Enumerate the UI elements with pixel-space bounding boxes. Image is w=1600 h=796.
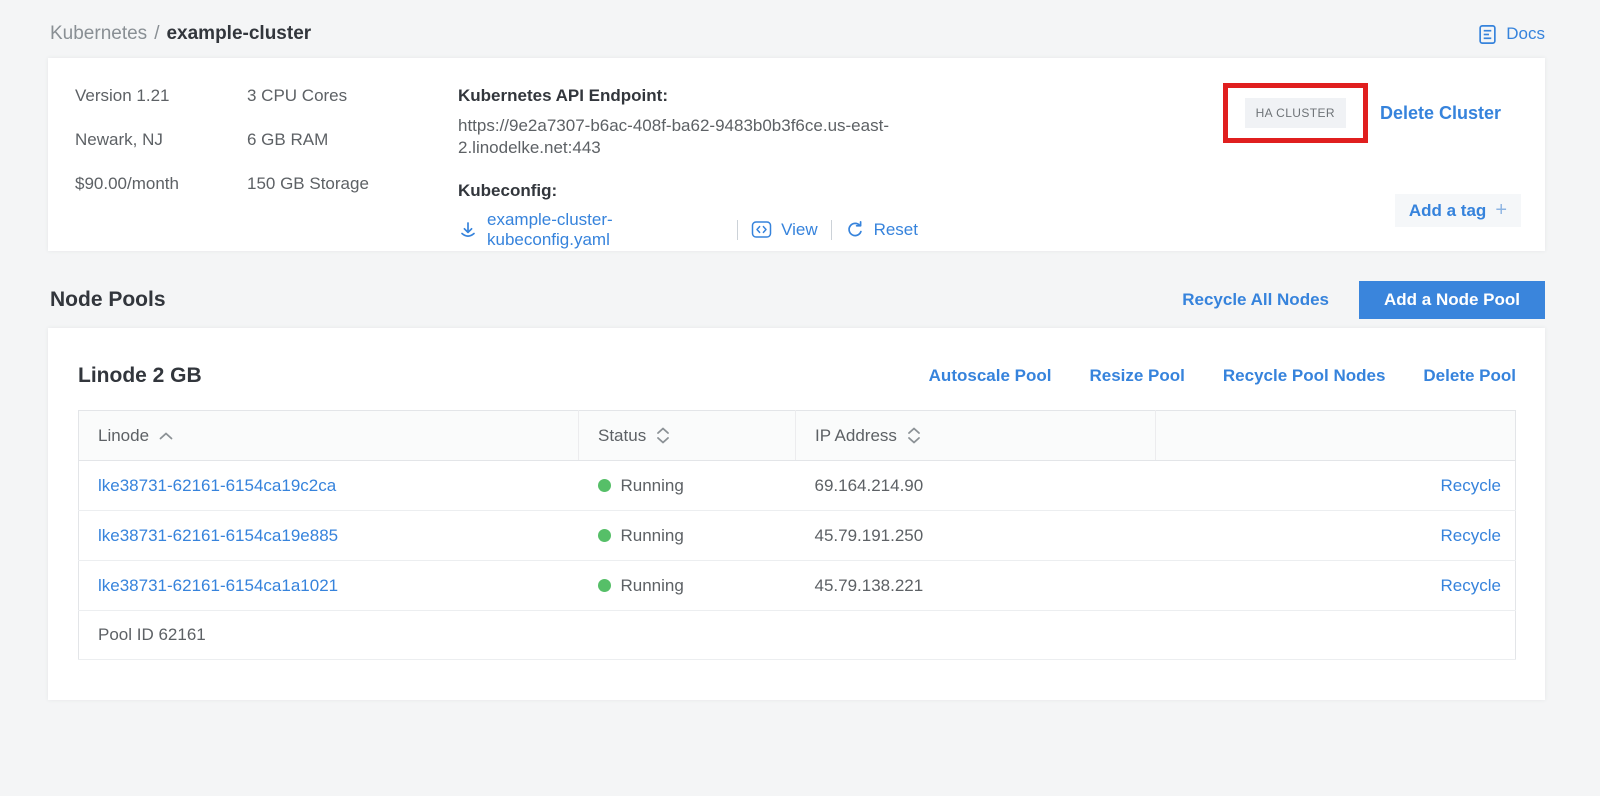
kubeconfig-actions: example-cluster-kubeconfig.yaml View — [458, 210, 918, 250]
cluster-specs-column-2: 3 CPU Cores 6 GB RAM 150 GB Storage — [247, 86, 458, 251]
node-ip-address: 69.164.214.90 — [815, 476, 924, 495]
recycle-all-nodes-button[interactable]: Recycle All Nodes — [1182, 290, 1329, 310]
top-bar: Kubernetes / example-cluster Docs — [0, 0, 1600, 48]
cluster-specs-column-1: Version 1.21 Newark, NJ $90.00/month — [75, 86, 247, 251]
node-link[interactable]: lke38731-62161-6154ca1a1021 — [98, 576, 338, 595]
summary-right-actions: HA CLUSTER Delete Cluster — [1223, 83, 1501, 143]
view-label: View — [781, 220, 818, 240]
kubeconfig-reset-link[interactable]: Reset — [845, 220, 918, 240]
docs-label: Docs — [1506, 24, 1545, 44]
status-label: Running — [621, 576, 684, 596]
actions-column-header — [1156, 411, 1516, 461]
ha-cluster-highlight-box: HA CLUSTER — [1223, 83, 1368, 143]
cluster-version: Version 1.21 — [75, 86, 247, 106]
delete-pool-button[interactable]: Delete Pool — [1423, 366, 1516, 386]
pool-name: Linode 2 GB — [78, 364, 202, 388]
pool-action-links: Autoscale Pool Resize Pool Recycle Pool … — [929, 366, 1516, 386]
add-node-pool-button[interactable]: Add a Node Pool — [1359, 281, 1545, 319]
kubeconfig-label: Kubeconfig: — [458, 181, 918, 201]
separator — [737, 220, 738, 240]
code-view-icon — [751, 220, 772, 239]
node-row: lke38731-62161-6154ca19c2ca Running 69.1… — [79, 461, 1516, 511]
kubeconfig-file-name: example-cluster-kubeconfig.yaml — [487, 210, 724, 250]
linode-column-label: Linode — [98, 426, 149, 446]
node-ip-address: 45.79.191.250 — [815, 526, 924, 545]
resize-pool-button[interactable]: Resize Pool — [1089, 366, 1184, 386]
separator — [831, 220, 832, 240]
pool-id-label: Pool ID 62161 — [98, 625, 206, 644]
status-column-label: Status — [598, 426, 646, 446]
api-endpoint-label: Kubernetes API Endpoint: — [458, 86, 918, 106]
cluster-price: $90.00/month — [75, 174, 247, 194]
node-ip-address: 45.79.138.221 — [815, 576, 924, 595]
pool-id-row: Pool ID 62161 — [79, 611, 1516, 660]
node-link[interactable]: lke38731-62161-6154ca19e885 — [98, 526, 338, 545]
cluster-summary-card: Version 1.21 Newark, NJ $90.00/month 3 C… — [48, 58, 1545, 251]
kubeconfig-download-link[interactable]: example-cluster-kubeconfig.yaml — [458, 210, 724, 250]
recycle-pool-nodes-button[interactable]: Recycle Pool Nodes — [1223, 366, 1386, 386]
status-running-icon — [598, 529, 611, 542]
breadcrumb-kubernetes-link[interactable]: Kubernetes — [50, 23, 147, 45]
sort-both-icon — [907, 427, 921, 444]
reset-label: Reset — [874, 220, 918, 240]
node-pools-title: Node Pools — [50, 288, 166, 312]
api-endpoint-block: Kubernetes API Endpoint: https://9e2a730… — [458, 86, 918, 251]
api-endpoint-url: https://9e2a7307-b6ac-408f-ba62-9483b0b3… — [458, 115, 903, 160]
node-pools-header: Node Pools Recycle All Nodes Add a Node … — [50, 281, 1545, 319]
breadcrumb: Kubernetes / example-cluster — [50, 23, 311, 45]
add-tag-button[interactable]: Add a tag + — [1395, 194, 1521, 227]
node-pool-card: Linode 2 GB Autoscale Pool Resize Pool R… — [48, 328, 1545, 700]
node-row: lke38731-62161-6154ca1a1021 Running 45.7… — [79, 561, 1516, 611]
cluster-ram: 6 GB RAM — [247, 130, 458, 150]
breadcrumb-separator: / — [154, 23, 159, 45]
cluster-cpu: 3 CPU Cores — [247, 86, 458, 106]
node-row: lke38731-62161-6154ca19e885 Running 45.7… — [79, 511, 1516, 561]
sort-ascending-icon — [159, 432, 173, 440]
table-header-row: Linode Status — [79, 411, 1516, 461]
cluster-storage: 150 GB Storage — [247, 174, 458, 194]
node-status: Running — [598, 511, 796, 560]
status-label: Running — [621, 476, 684, 496]
status-running-icon — [598, 579, 611, 592]
kubernetes-cluster-detail-page: Kubernetes / example-cluster Docs Versio… — [0, 0, 1600, 796]
node-pool-table: Linode Status — [78, 410, 1516, 660]
docs-link[interactable]: Docs — [1477, 24, 1545, 45]
breadcrumb-cluster-name: example-cluster — [166, 23, 311, 45]
status-running-icon — [598, 479, 611, 492]
ha-cluster-badge: HA CLUSTER — [1245, 98, 1346, 128]
recycle-node-button[interactable]: Recycle — [1441, 476, 1501, 495]
plus-icon: + — [1495, 199, 1507, 222]
cluster-region: Newark, NJ — [75, 130, 247, 150]
node-link[interactable]: lke38731-62161-6154ca19c2ca — [98, 476, 336, 495]
sort-header-linode[interactable]: Linode — [98, 426, 578, 446]
sort-header-status[interactable]: Status — [598, 426, 795, 446]
autoscale-pool-button[interactable]: Autoscale Pool — [929, 366, 1052, 386]
node-status: Running — [598, 461, 796, 510]
ip-address-column-label: IP Address — [815, 426, 897, 446]
add-tag-label: Add a tag — [1409, 201, 1486, 221]
kubeconfig-view-link[interactable]: View — [751, 220, 818, 240]
node-status: Running — [598, 561, 796, 610]
status-label: Running — [621, 526, 684, 546]
recycle-node-button[interactable]: Recycle — [1441, 576, 1501, 595]
download-icon — [458, 220, 478, 240]
sort-both-icon — [656, 427, 670, 444]
reset-icon — [845, 220, 865, 240]
sort-header-ip-address[interactable]: IP Address — [815, 426, 1155, 446]
pool-header: Linode 2 GB Autoscale Pool Resize Pool R… — [78, 364, 1516, 388]
docs-icon — [1477, 24, 1498, 45]
node-pools-actions: Recycle All Nodes Add a Node Pool — [1182, 281, 1545, 319]
recycle-node-button[interactable]: Recycle — [1441, 526, 1501, 545]
delete-cluster-button[interactable]: Delete Cluster — [1380, 103, 1501, 124]
